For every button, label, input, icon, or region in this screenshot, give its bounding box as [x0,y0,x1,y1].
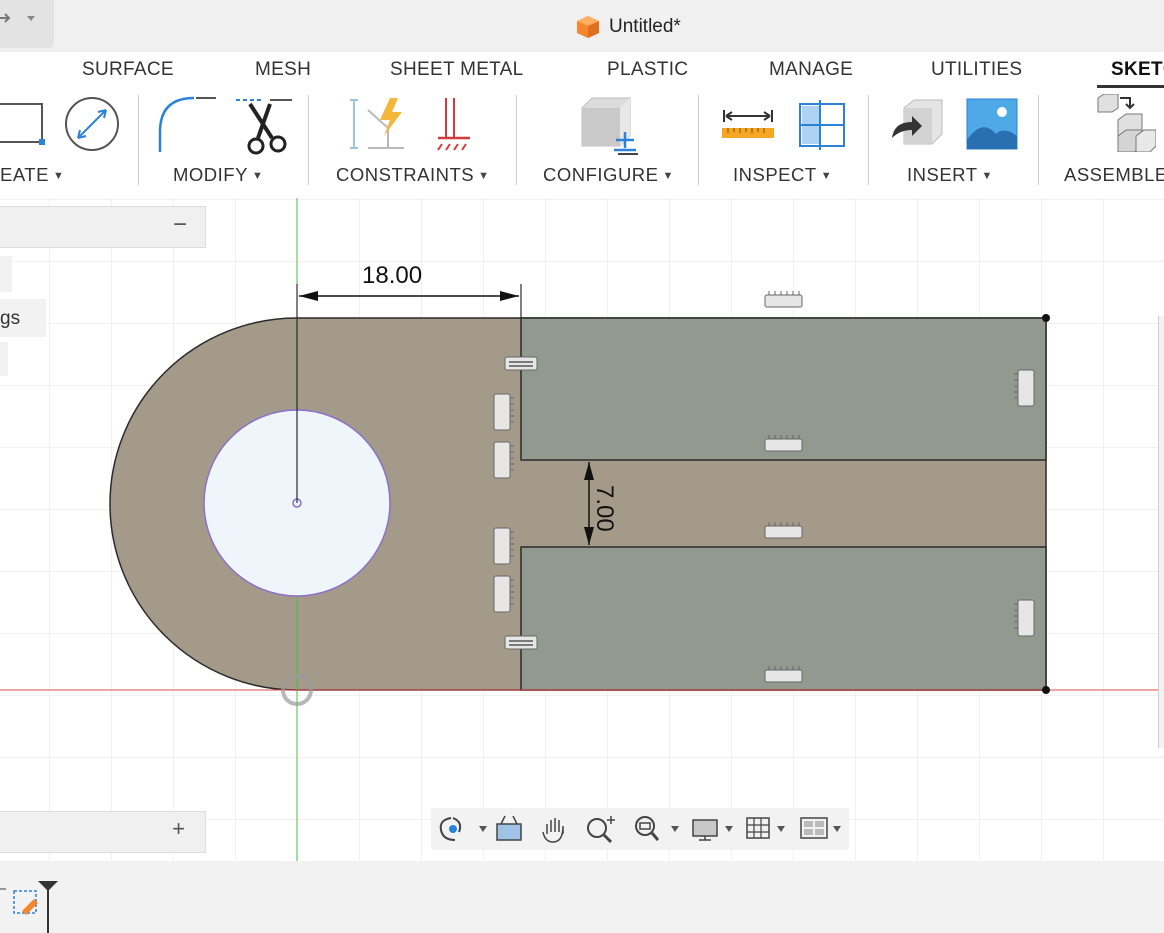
dimension-value-vertical[interactable]: 7.00 [590,485,618,532]
fit-icon[interactable] [631,814,685,846]
equal-constraint-icon[interactable] [504,356,538,371]
tab-sheet-metal[interactable]: SHEET METAL [390,59,524,81]
group-constraints[interactable]: CONSTRAINTS ▼ [336,164,489,186]
orbit-icon[interactable] [435,814,489,844]
group-create[interactable]: EATE ▼ [0,164,64,186]
sketch-canvas[interactable] [0,198,1164,861]
tab-plastic[interactable]: PLASTIC [607,59,688,81]
group-modify[interactable]: MODIFY ▼ [173,164,263,186]
insert-canvas-image-icon[interactable] [966,98,1018,150]
design-canvas[interactable]: 18.00 7.00 − gs + [0,198,1164,861]
document-title: Untitled* [575,14,681,40]
navigation-bar [431,808,849,850]
ribbon-separator [308,95,309,185]
sketch-point[interactable] [1042,314,1050,322]
ribbon-separator [868,95,869,185]
tab-utilities[interactable]: UTILITIES [931,59,1022,81]
active-tab-indicator [1097,85,1164,88]
configure-cube-icon[interactable] [578,96,642,156]
ribbon-separator [698,95,699,185]
browser-collapse-button[interactable]: − [173,211,187,239]
look-at-icon[interactable] [493,814,525,844]
display-settings-icon[interactable] [689,814,739,846]
title-bar: Untitled* [0,0,1164,52]
dimension-value-horizontal[interactable]: 18.00 [362,262,422,290]
trim-scissors-icon[interactable] [234,96,294,156]
fix-unfix-icon[interactable] [434,96,474,152]
tab-manage[interactable]: MANAGE [769,59,853,81]
redo-arrow-icon[interactable] [0,0,54,48]
browser-node[interactable] [0,256,12,292]
rectangle-icon[interactable] [0,98,46,148]
ribbon-separator [516,95,517,185]
insert-derive-icon[interactable] [890,98,946,152]
sketch-region-lower[interactable] [520,546,1047,691]
tab-surface[interactable]: SURFACE [82,59,174,81]
tab-mesh[interactable]: MESH [255,59,311,81]
ribbon-separator [1038,95,1039,185]
tab-sketch[interactable]: SKETC [1111,59,1164,81]
document-title-text: Untitled* [609,16,681,37]
sketch-point[interactable] [1042,686,1050,694]
comments-add-button[interactable]: + [172,816,185,842]
circle-diameter-icon[interactable] [64,96,120,152]
quick-access-nav[interactable] [0,0,54,48]
browser-node-settings[interactable]: gs [0,299,46,337]
zoom-icon[interactable] [585,814,619,846]
comments-panel[interactable]: + [0,811,206,853]
right-panel-edge[interactable] [1158,316,1164,748]
browser-node-label: gs [0,308,21,329]
app-window: Untitled* SURFACE MESH SHEET METAL PLAST… [0,0,1164,933]
timeline-bar [0,861,1164,933]
group-inspect[interactable]: INSPECT ▼ [733,164,832,186]
document-cube-icon [577,16,599,38]
assemble-blocks-icon[interactable] [1096,94,1156,152]
ribbon-separator [138,95,139,185]
browser-node[interactable] [0,342,8,376]
auto-constrain-icon[interactable] [348,96,408,152]
ribbon-toolbar: SURFACE MESH SHEET METAL PLASTIC MANAGE … [0,52,1164,198]
viewports-icon[interactable] [797,814,847,846]
timeline-sketch-feature-icon[interactable] [0,877,64,933]
group-insert[interactable]: INSERT ▼ [907,164,993,186]
browser-panel-header[interactable]: − [0,206,206,248]
grid-icon[interactable] [743,814,793,846]
fillet-icon[interactable] [158,96,218,154]
pan-icon[interactable] [539,814,571,846]
group-assemble[interactable]: ASSEMBLE [1064,164,1164,186]
measure-ruler-icon[interactable] [720,108,776,142]
section-analysis-icon[interactable] [796,98,848,152]
group-configure[interactable]: CONFIGURE ▼ [543,164,674,186]
equal-constraint-icon[interactable] [504,635,538,650]
